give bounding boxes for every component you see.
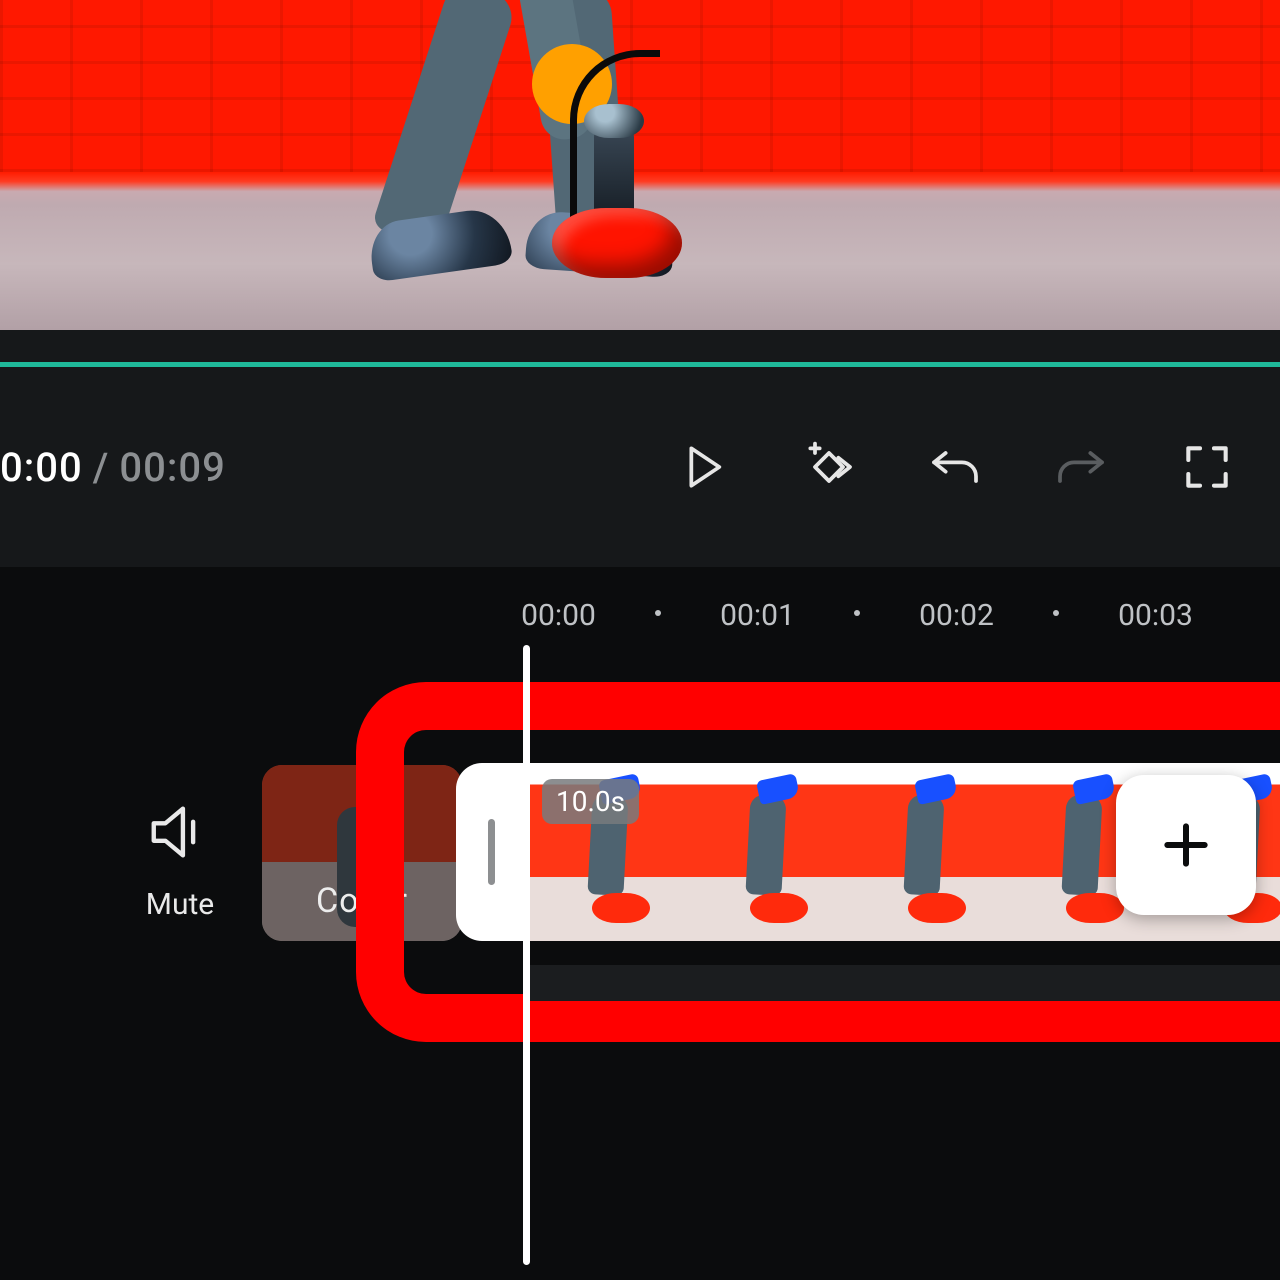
editor-chrome: 0:00 / 00:09	[0, 330, 1280, 567]
preview-frame-content	[340, 0, 760, 330]
keyframe-button[interactable]	[766, 407, 892, 527]
time-separator: /	[93, 444, 110, 491]
ruler-tick: 00:02	[860, 598, 1053, 633]
keyframe-add-icon	[801, 439, 857, 495]
ruler-tick: 00:00	[462, 598, 655, 633]
redo-button[interactable]	[1018, 407, 1144, 527]
clip-frame	[842, 763, 1000, 941]
speaker-icon	[145, 797, 215, 867]
playback-controls: 0:00 / 00:09	[0, 367, 1280, 567]
fullscreen-button[interactable]	[1144, 407, 1270, 527]
time-readout: 0:00 / 00:09	[0, 444, 226, 491]
total-duration: 00:09	[119, 444, 225, 491]
mute-label: Mute	[110, 887, 250, 922]
undo-icon	[927, 439, 983, 495]
timeline[interactable]: 00:00 00:01 00:02 00:03 Mute Cover 10.0s	[0, 567, 1280, 1280]
time-ruler[interactable]: 00:00 00:01 00:02 00:03	[0, 591, 1280, 639]
clip-trim-handle-left[interactable]	[456, 763, 526, 941]
play-icon	[675, 439, 731, 495]
playhead[interactable]	[523, 645, 530, 1265]
clip-duration-badge: 10.0s	[542, 779, 639, 824]
redo-icon	[1053, 439, 1109, 495]
plus-icon	[1154, 813, 1218, 877]
ruler-tick: 00:03	[1059, 598, 1252, 633]
play-button[interactable]	[640, 407, 766, 527]
undo-button[interactable]	[892, 407, 1018, 527]
current-time: 0:00	[0, 444, 83, 491]
video-preview[interactable]	[0, 0, 1280, 330]
secondary-track[interactable]	[526, 965, 1280, 1001]
add-clip-button[interactable]	[1116, 775, 1256, 915]
ruler-tick: 00:01	[661, 598, 854, 633]
clip-frame	[684, 763, 842, 941]
mute-button[interactable]: Mute	[110, 797, 250, 922]
fullscreen-icon	[1179, 439, 1235, 495]
